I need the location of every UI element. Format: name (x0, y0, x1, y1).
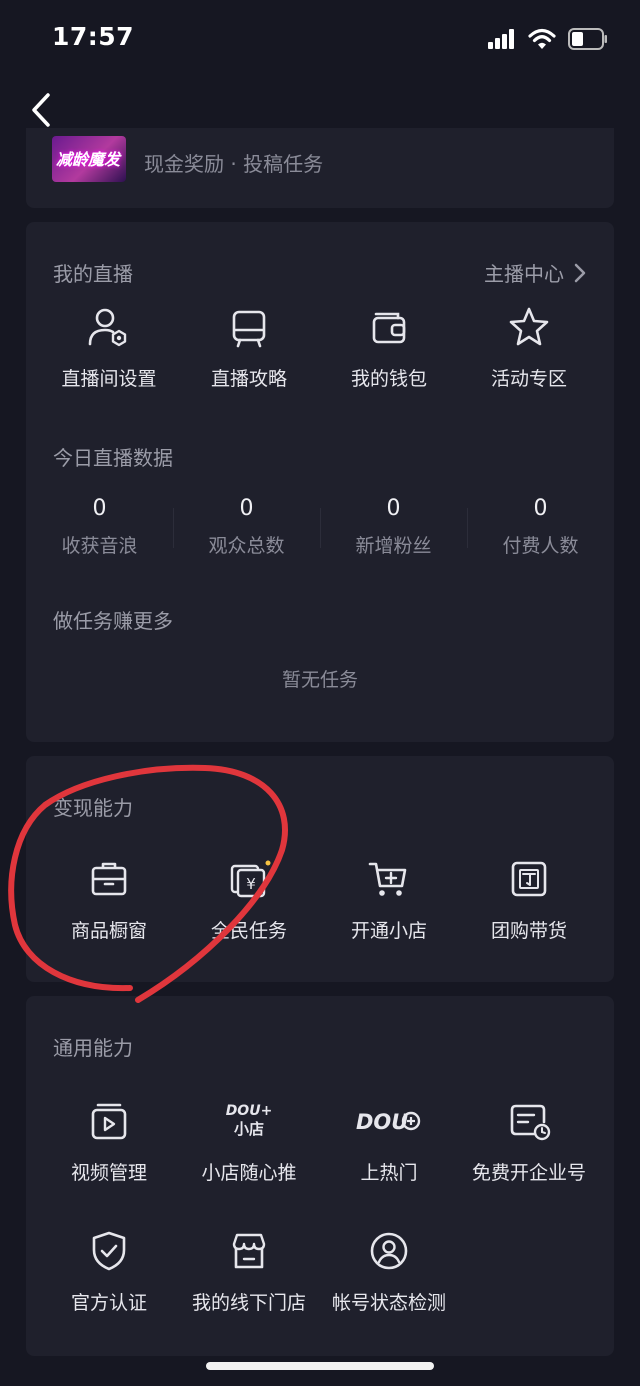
wifi-icon (528, 28, 556, 49)
general-label: 上热门 (360, 1162, 418, 1184)
dou-hot-icon: DOU (356, 1110, 421, 1134)
stat-value: 0 (92, 496, 107, 521)
stat-viewers: 0 观众总数 (173, 496, 320, 558)
promo-thumbnail: 减龄魔发 (52, 136, 126, 182)
svg-text:¥: ¥ (246, 875, 256, 893)
stat-value: 0 (239, 496, 254, 521)
system-icons (488, 28, 608, 50)
general-card: 通用能力 视频管理 DOU+ 小店 小店随心推 DOU 上热门 免费开企业号 官… (26, 996, 614, 1356)
stat-new-fans: 0 新增粉丝 (320, 496, 467, 558)
live-tool-label: 活动专区 (490, 368, 567, 390)
promo-card[interactable]: 减龄魔发 现金奖励 · 投稿任务 (26, 128, 614, 208)
group-buy-button[interactable]: 团购带货 (459, 856, 599, 943)
general-label: 小店随心推 (201, 1162, 297, 1184)
wallet-icon (372, 312, 406, 344)
general-label: 视频管理 (70, 1162, 147, 1184)
general-grid-row-2: 官方认证 我的线下门店 帐号状态检测 (39, 1228, 459, 1315)
monetization-title: 变现能力 (53, 796, 133, 820)
monetization-label: 全民任务 (210, 920, 287, 942)
anchor-center-link[interactable]: 主播中心 (484, 258, 586, 287)
anchor-center-label: 主播中心 (484, 262, 564, 286)
stat-value: 0 (533, 496, 548, 521)
status-time: 17:57 (52, 22, 135, 51)
live-card: 我的直播 主播中心 直播间设置 直播攻略 我的钱包 活动专区 今日直播数据 0 … (26, 222, 614, 742)
star-icon (509, 307, 549, 346)
chevron-left-icon (32, 93, 50, 127)
enterprise-icon (510, 1104, 551, 1141)
account-status-check-button[interactable]: 帐号状态检测 (319, 1228, 459, 1315)
today-live-data-title: 今日直播数据 (53, 446, 173, 470)
account-check-icon (370, 1232, 408, 1270)
chevron-right-icon (574, 263, 586, 282)
official-verification-button[interactable]: 官方认证 (39, 1228, 179, 1315)
open-shop-button[interactable]: 开通小店 (319, 856, 459, 943)
enterprise-account-button[interactable]: 免费开企业号 (459, 1098, 599, 1185)
cart-plus-icon (368, 862, 407, 896)
hot-trending-button[interactable]: DOU 上热门 (319, 1098, 459, 1185)
general-label: 免费开企业号 (471, 1162, 586, 1184)
all-people-tasks-button[interactable]: ¥ 全民任务 (179, 856, 319, 943)
video-manage-icon (91, 1103, 127, 1140)
monetization-grid: 商品橱窗 ¥ 全民任务 开通小店 团购带货 (39, 856, 599, 943)
stat-value: 0 (386, 496, 401, 521)
shop-dou-plus-button[interactable]: DOU+ 小店 小店随心推 (179, 1098, 319, 1185)
group-buy-icon (511, 861, 547, 897)
dou-plus-shop-icon: DOU+ 小店 (226, 1103, 273, 1138)
live-tool-label: 直播攻略 (210, 368, 287, 390)
general-label: 官方认证 (70, 1292, 147, 1314)
shield-check-icon (92, 1231, 126, 1271)
shop-window-icon (91, 862, 127, 896)
monetization-card: 变现能力 商品橱窗 ¥ 全民任务 开通小店 团购带货 (26, 756, 614, 982)
stat-label: 付费人数 (502, 535, 579, 557)
stat-label: 收获音浪 (61, 535, 138, 557)
stat-label: 观众总数 (208, 535, 285, 557)
store-icon (232, 1233, 266, 1269)
home-indicator (206, 1362, 434, 1370)
status-bar: 17:57 (0, 0, 640, 80)
live-tool-label: 直播间设置 (61, 368, 157, 390)
general-grid-row-1: 视频管理 DOU+ 小店 小店随心推 DOU 上热门 免费开企业号 (39, 1098, 599, 1185)
stat-sound-waves: 0 收获音浪 (26, 496, 173, 558)
live-guide-button[interactable]: 直播攻略 (179, 304, 319, 391)
live-stats-row: 0 收获音浪 0 观众总数 0 新增粉丝 0 付费人数 (26, 496, 614, 558)
monetization-label: 团购带货 (490, 920, 567, 942)
tasks-title: 做任务赚更多 (53, 609, 173, 633)
my-wallet-button[interactable]: 我的钱包 (319, 304, 459, 391)
video-management-button[interactable]: 视频管理 (39, 1098, 179, 1185)
monetization-label: 商品橱窗 (70, 920, 147, 942)
live-tool-label: 我的钱包 (350, 368, 427, 390)
battery-icon (568, 28, 607, 50)
live-tools-grid: 直播间设置 直播攻略 我的钱包 活动专区 (39, 304, 599, 391)
live-section-title: 我的直播 (53, 262, 133, 286)
monetization-label: 开通小店 (350, 920, 427, 942)
guide-icon (232, 310, 266, 348)
signal-icon (488, 29, 514, 49)
stat-paying-users: 0 付费人数 (467, 496, 614, 558)
activity-zone-button[interactable]: 活动专区 (459, 304, 599, 391)
general-label: 帐号状态检测 (331, 1292, 446, 1314)
tasks-empty-state: 暂无任务 (281, 669, 358, 691)
svg-text:DOU+: DOU+ (226, 1103, 273, 1119)
stat-label: 新增粉丝 (355, 535, 432, 557)
task-cards-icon: ¥ (230, 860, 271, 898)
back-button[interactable] (28, 90, 56, 130)
svg-text:DOU: DOU (356, 1110, 408, 1134)
general-label: 我的线下门店 (191, 1292, 306, 1314)
product-showcase-button[interactable]: 商品橱窗 (39, 856, 179, 943)
promo-subtitle: 现金奖励 · 投稿任务 (144, 152, 324, 176)
live-room-settings-button[interactable]: 直播间设置 (39, 304, 179, 391)
general-title: 通用能力 (53, 1036, 133, 1060)
user-settings-icon (88, 308, 127, 347)
offline-store-button[interactable]: 我的线下门店 (179, 1228, 319, 1315)
svg-text:小店: 小店 (234, 1120, 264, 1138)
